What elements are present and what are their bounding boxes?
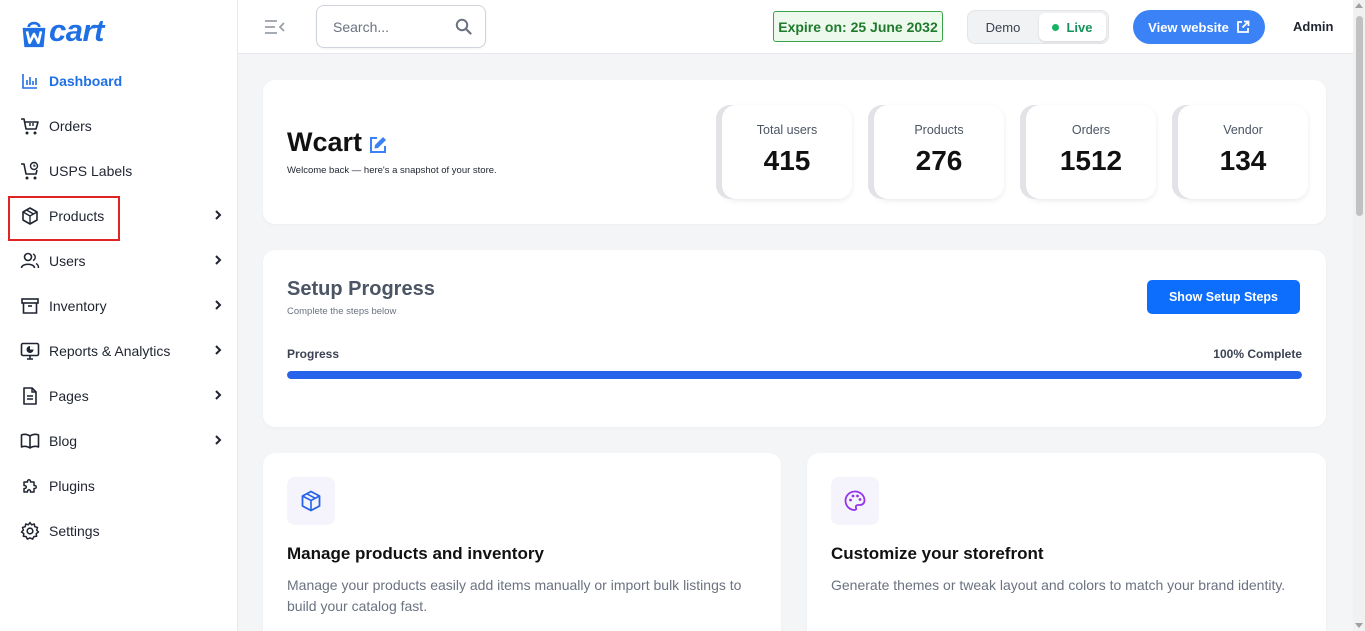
sidebar-item-label: Settings	[49, 522, 100, 539]
mode-toggle: Demo Live	[967, 10, 1109, 44]
feature-card-products[interactable]: Manage products and inventory Manage you…	[263, 453, 781, 631]
feature-description: Manage your products easily add items ma…	[287, 577, 742, 614]
view-website-label: View website	[1148, 19, 1229, 35]
scroll-thumb[interactable]	[1356, 16, 1363, 216]
cart-icon	[20, 116, 40, 136]
feature-description: Generate themes or tweak layout and colo…	[831, 577, 1286, 593]
chevron-right-icon	[215, 390, 222, 400]
chevron-right-icon	[215, 435, 222, 445]
sidebar-item-label: Pages	[49, 387, 89, 404]
book-icon	[20, 431, 40, 451]
view-website-button[interactable]: View website	[1133, 10, 1265, 44]
external-link-icon	[1236, 20, 1250, 33]
archive-icon	[20, 296, 40, 316]
sidebar-item-label: Products	[49, 207, 105, 224]
sidebar-item-products[interactable]: Products	[0, 193, 238, 238]
welcome-subtitle: Welcome back — here's a snapshot of your…	[287, 165, 497, 176]
store-name: Wcart	[287, 127, 363, 157]
stat-card-products: Products 276	[874, 105, 1004, 199]
progress-bar	[287, 371, 1302, 379]
stat-card-orders: Orders 1512	[1026, 105, 1156, 199]
scroll-down-arrow-icon[interactable]	[1355, 623, 1363, 628]
sidebar-item-users[interactable]: Users	[0, 238, 238, 283]
stat-value: 1512	[1059, 145, 1123, 176]
sidebar-item-orders[interactable]: Orders	[0, 103, 238, 148]
mode-live-label: Live	[1066, 19, 1093, 35]
sidebar-item-reports-analytics[interactable]: Reports & Analytics	[0, 328, 238, 373]
mode-live-button[interactable]: Live	[1039, 13, 1106, 41]
chevron-right-icon	[215, 300, 222, 310]
analytics-icon	[20, 341, 40, 361]
sidebar-item-usps-labels[interactable]: USPS Labels	[0, 148, 238, 193]
chevron-right-icon	[215, 210, 222, 220]
stat-label: Orders	[1071, 123, 1111, 137]
edit-icon[interactable]	[368, 135, 388, 155]
sidebar-item-label: Users	[49, 252, 86, 269]
sidebar-item-label: Plugins	[49, 477, 95, 494]
sidebar-item-settings[interactable]: Settings	[0, 508, 238, 553]
stat-value: 134	[1219, 145, 1267, 176]
welcome-card: Wcart Welcome back — here's a snapshot o…	[263, 80, 1326, 224]
chevron-right-icon	[215, 345, 222, 355]
shopping-bag-icon	[22, 21, 46, 48]
stat-label: Products	[914, 123, 964, 137]
sidebar-item-pages[interactable]: Pages	[0, 373, 238, 418]
sidebar-item-blog[interactable]: Blog	[0, 418, 238, 463]
box-icon	[20, 206, 40, 226]
live-status-dot	[1052, 23, 1060, 31]
scroll-up-arrow-icon[interactable]	[1355, 3, 1363, 8]
feature-card-storefront[interactable]: Customize your storefront Generate theme…	[807, 453, 1326, 631]
chevron-right-icon	[215, 255, 222, 265]
sidebar-item-inventory[interactable]: Inventory	[0, 283, 238, 328]
progress-label: Progress	[287, 347, 340, 361]
document-icon	[20, 386, 40, 406]
expiry-badge: Expire on: 25 June 2032	[773, 11, 943, 42]
shipping-cart-icon	[20, 161, 40, 181]
sidebar-item-dashboard[interactable]: Dashboard	[0, 58, 238, 103]
feature-title: Manage products and inventory	[287, 544, 544, 563]
sidebar: cart Dashboard Orders USPS Labels Produc…	[0, 0, 238, 631]
bar-chart-icon	[20, 71, 40, 91]
setup-progress-card: Setup Progress Complete the steps below …	[263, 250, 1326, 427]
progress-percent: 100% Complete	[1213, 347, 1302, 361]
box-icon	[287, 477, 335, 525]
stat-card-total-users: Total users 415	[722, 105, 852, 199]
search-placeholder: Search...	[333, 19, 390, 35]
stat-card-vendor: Vendor 134	[1178, 105, 1308, 199]
sidebar-nav: Dashboard Orders USPS Labels Products Us…	[0, 58, 238, 553]
logo-text: cart	[49, 13, 104, 48]
stat-value: 276	[915, 145, 963, 176]
search-input[interactable]: Search...	[316, 5, 486, 48]
gear-icon	[20, 521, 40, 541]
sidebar-item-plugins[interactable]: Plugins	[0, 463, 238, 508]
sidebar-item-label: Dashboard	[49, 72, 123, 89]
store-title: Wcart	[287, 127, 388, 158]
sidebar-item-label: Orders	[49, 117, 92, 134]
users-icon	[20, 251, 40, 271]
logo[interactable]: cart	[20, 8, 104, 48]
setup-title: Setup Progress	[287, 278, 435, 300]
sidebar-item-label: USPS Labels	[49, 162, 133, 179]
top-header: Search... Expire on: 25 June 2032 Demo L…	[238, 0, 1353, 54]
stat-label: Vendor	[1223, 123, 1263, 137]
feature-title: Customize your storefront	[831, 544, 1044, 563]
stat-label: Total users	[756, 123, 818, 137]
palette-icon	[831, 477, 879, 525]
mode-demo-button[interactable]: Demo	[969, 13, 1037, 41]
sidebar-item-label: Reports & Analytics	[49, 342, 171, 359]
menu-collapse-icon[interactable]	[264, 17, 286, 37]
sidebar-item-label: Blog	[49, 432, 78, 449]
show-setup-steps-button[interactable]: Show Setup Steps	[1147, 280, 1300, 314]
user-menu[interactable]: Admin	[1293, 19, 1333, 34]
search-icon[interactable]	[455, 18, 472, 35]
puzzle-icon	[20, 476, 40, 496]
sidebar-item-label: Inventory	[49, 297, 107, 314]
page-scrollbar[interactable]	[1353, 0, 1365, 631]
stat-value: 415	[763, 145, 811, 176]
progress-bar-fill	[287, 371, 1302, 379]
setup-subtitle: Complete the steps below	[287, 306, 397, 317]
